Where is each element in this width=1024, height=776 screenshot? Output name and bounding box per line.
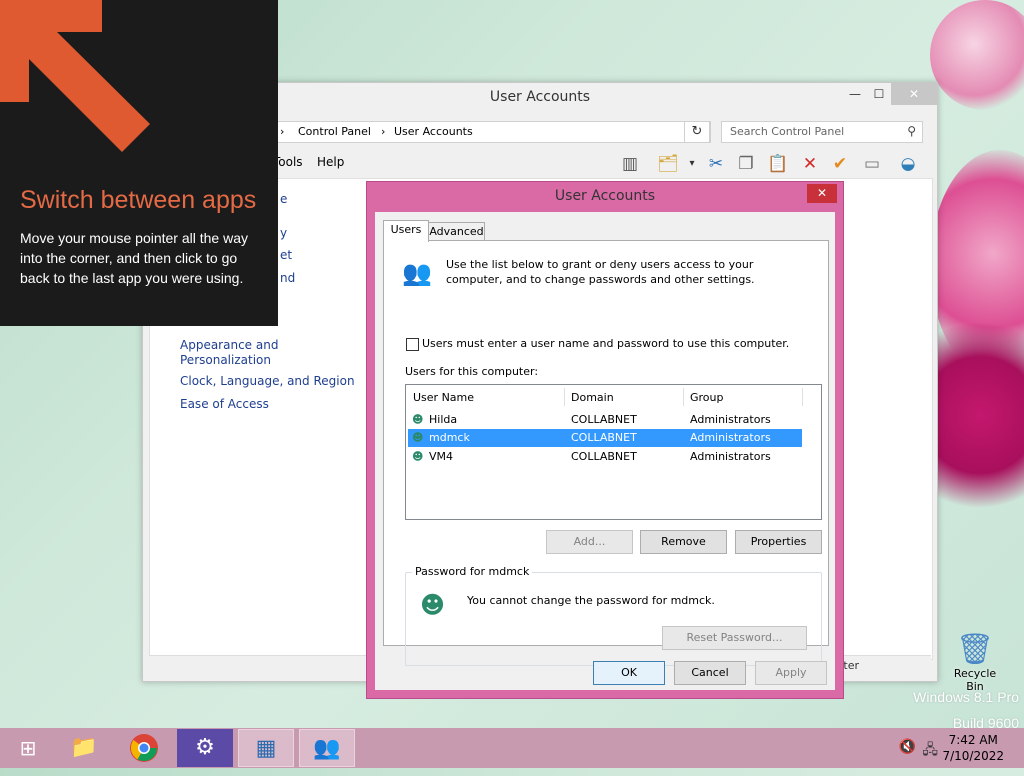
- users-icon: 👥: [402, 259, 432, 287]
- chrome-icon[interactable]: [116, 729, 172, 767]
- clock-time: 7:42 AM: [948, 733, 998, 747]
- apply-button[interactable]: Apply: [755, 661, 827, 685]
- copy-icon[interactable]: ❐: [733, 151, 759, 177]
- cell-domain: COLLABNET: [571, 450, 637, 463]
- table-row-selected[interactable]: ☻ mdmck COLLABNET Administrators: [408, 429, 802, 447]
- search-input[interactable]: Search Control Panel ⚲: [721, 121, 923, 143]
- folder-options-icon[interactable]: 🗂: [655, 151, 681, 177]
- recycle-bin-icon[interactable]: 🗑: [947, 632, 1003, 667]
- column-separator[interactable]: [683, 388, 684, 406]
- start-windows-icon[interactable]: ⊞: [0, 729, 56, 767]
- remove-button[interactable]: Remove: [640, 530, 727, 554]
- settings-gear-icon[interactable]: ⚙: [177, 729, 233, 767]
- nav-link-appearance[interactable]: Appearance and Personalization: [180, 338, 290, 368]
- tip-body: Move your mouse pointer all the way into…: [20, 230, 248, 286]
- column-separator[interactable]: [802, 388, 803, 406]
- dialog-title: User Accounts: [554, 188, 656, 204]
- breadcrumb-control-panel[interactable]: Control Panel: [298, 125, 371, 138]
- cut-icon[interactable]: ✂: [703, 151, 729, 177]
- address-bar[interactable]: › Control Panel › User Accounts ⌄: [273, 121, 711, 143]
- user-icon: ☻: [412, 450, 424, 463]
- clock[interactable]: 7:42 AM 7/10/2022: [942, 732, 1004, 764]
- column-header-group[interactable]: Group: [690, 391, 724, 404]
- require-password-label[interactable]: Users must enter a user name and passwor…: [422, 337, 789, 350]
- intro-text: Use the list below to grant or deny user…: [446, 258, 755, 286]
- add-user-button[interactable]: Add...: [546, 530, 633, 554]
- password-group: Password for mdmck ☻ You cannot change t…: [405, 565, 822, 666]
- user-icon: ☻: [412, 413, 424, 426]
- file-explorer-icon[interactable]: 📁: [56, 729, 112, 767]
- search-icon[interactable]: ⚲: [907, 124, 916, 138]
- cell-domain: COLLABNET: [571, 413, 637, 426]
- search-placeholder: Search Control Panel: [730, 125, 845, 138]
- wallpaper-flower: [930, 0, 1024, 110]
- properties-icon[interactable]: ▭: [859, 151, 885, 177]
- properties-button[interactable]: Properties: [735, 530, 822, 554]
- cell-group: Administrators: [690, 413, 771, 426]
- dialog-body: Users Advanced 👥 Use the list below to g…: [375, 212, 835, 690]
- taskbar: ⊞ 📁 ⚙ ▦ 👥 🔇 🖧 7:42 AM 7/10/2022: [0, 728, 1024, 768]
- table-row[interactable]: ☻ VM4 COLLABNET Administrators: [408, 448, 802, 466]
- user-accounts-dialog: User Accounts ✕ Users Advanced 👥 Use the…: [366, 181, 844, 699]
- nav-link-partial[interactable]: nd: [280, 271, 295, 286]
- user-accounts-icon[interactable]: 👥: [299, 729, 355, 767]
- user-key-icon: ☻: [420, 591, 446, 619]
- nav-link-ease-of-access[interactable]: Ease of Access: [180, 397, 269, 412]
- refresh-icon[interactable]: ↻: [684, 121, 710, 143]
- delete-icon[interactable]: ✕: [797, 151, 823, 177]
- nav-link-clock-language[interactable]: Clock, Language, and Region: [180, 374, 355, 389]
- nav-link-partial[interactable]: et: [280, 248, 292, 263]
- chrome-logo: [130, 734, 158, 762]
- password-message: You cannot change the password for mdmck…: [467, 594, 715, 607]
- chevron-down-icon[interactable]: ▾: [679, 151, 705, 177]
- users-list[interactable]: User Name Domain Group ☻ Hilda COLLABNET…: [405, 384, 822, 520]
- user-icon: ☻: [412, 431, 424, 444]
- volume-muted-icon[interactable]: 🔇: [899, 739, 916, 755]
- watermark-edition: Windows 8.1 Pro: [913, 689, 1019, 705]
- network-icon[interactable]: 🖧: [922, 739, 938, 763]
- require-password-checkbox[interactable]: [406, 338, 419, 351]
- cell-group: Administrators: [690, 450, 771, 463]
- column-separator[interactable]: [564, 388, 565, 406]
- tab-users[interactable]: Users: [383, 220, 429, 242]
- cell-username: Hilda: [429, 413, 458, 426]
- breadcrumb-user-accounts[interactable]: User Accounts: [394, 125, 473, 138]
- password-group-title: Password for mdmck: [412, 565, 533, 578]
- users-list-label: Users for this computer:: [405, 365, 539, 378]
- arrow-up-left-icon: [0, 0, 150, 152]
- ok-button[interactable]: OK: [593, 661, 665, 685]
- checkmark-icon[interactable]: ✔: [827, 151, 853, 177]
- tip-title: Switch between apps: [20, 186, 257, 214]
- tab-advanced[interactable]: Advanced: [428, 222, 485, 242]
- view-pane-icon[interactable]: ▥: [617, 151, 643, 177]
- column-header-username[interactable]: User Name: [413, 391, 474, 404]
- switch-apps-tip: Switch between apps Move your mouse poin…: [0, 0, 278, 326]
- breadcrumb-separator: ›: [381, 125, 386, 138]
- breadcrumb-separator: ›: [280, 125, 285, 138]
- tab-panel-users: 👥 Use the list below to grant or deny us…: [383, 240, 829, 666]
- maximize-button[interactable]: ☐: [865, 83, 893, 105]
- table-row[interactable]: ☻ Hilda COLLABNET Administrators: [408, 411, 802, 429]
- cell-group: Administrators: [690, 431, 771, 444]
- cell-username: VM4: [429, 450, 454, 463]
- paste-icon[interactable]: 📋: [765, 151, 791, 177]
- cell-username: mdmck: [429, 431, 470, 444]
- control-panel-icon[interactable]: ▦: [238, 729, 294, 767]
- network-shell-icon[interactable]: ◒: [895, 151, 921, 177]
- clock-date: 7/10/2022: [942, 749, 1004, 763]
- cancel-button[interactable]: Cancel: [674, 661, 746, 685]
- dialog-close-button[interactable]: ✕: [807, 184, 837, 203]
- nav-link-partial[interactable]: y: [280, 226, 287, 241]
- nav-link-partial[interactable]: e: [280, 192, 287, 207]
- menu-help[interactable]: Help: [317, 155, 344, 169]
- cell-domain: COLLABNET: [571, 431, 637, 444]
- close-button[interactable]: ✕: [891, 83, 937, 105]
- reset-password-button[interactable]: Reset Password...: [662, 626, 807, 650]
- column-header-domain[interactable]: Domain: [571, 391, 614, 404]
